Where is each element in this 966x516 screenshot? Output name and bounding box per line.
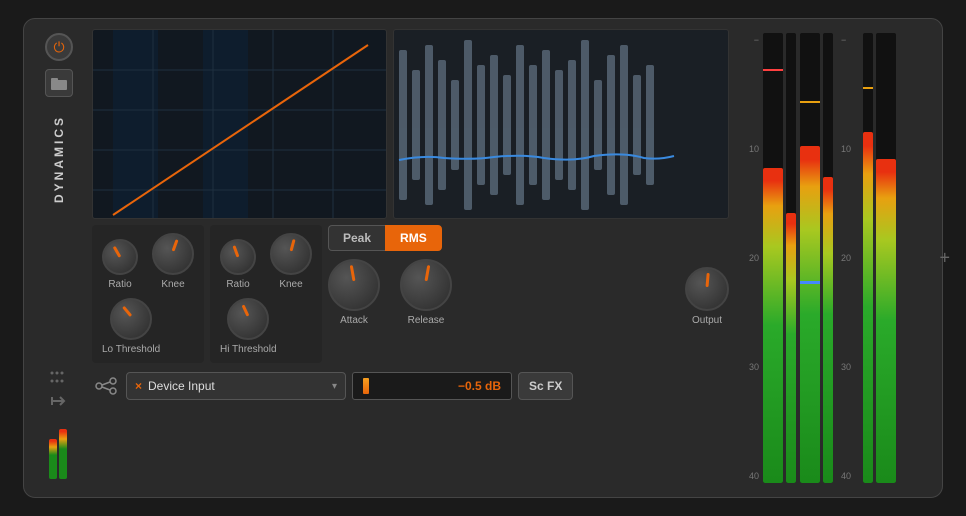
output-group: Output [685, 267, 729, 326]
meter-bar-1 [763, 168, 783, 483]
meter-bar-6 [876, 159, 896, 483]
lo-threshold-group: Lo Threshold [102, 298, 160, 355]
hi-threshold-knob[interactable] [227, 298, 269, 340]
transfer-curve-graph [92, 29, 387, 219]
hi-threshold-row: Hi Threshold [220, 298, 312, 355]
attack-group: Attack [328, 259, 380, 326]
meter-scale-10-left: 10 [737, 144, 759, 154]
top-row [92, 29, 729, 219]
meter-scale-30-left: 30 [737, 362, 759, 372]
meter-peak-line-1 [763, 69, 783, 71]
device-input-select[interactable]: × Device Input ▾ [126, 372, 346, 400]
lo-knee-label: Knee [161, 279, 184, 290]
meter-scale-10-right: 10 [841, 144, 855, 154]
plugin-label: DYNAMICS [52, 115, 66, 203]
device-input-x: × [135, 379, 142, 393]
meter-scale-30-right: 30 [841, 362, 855, 372]
waveform-display [393, 29, 729, 219]
hi-knee-label: Knee [279, 279, 302, 290]
lo-ratio-label: Ratio [108, 279, 131, 290]
rms-mode-button[interactable]: RMS [385, 225, 442, 251]
release-knob[interactable] [400, 259, 452, 311]
meter-scale-top-right: − [841, 35, 855, 45]
output-label: Output [692, 315, 722, 326]
meter-bar-4 [823, 177, 833, 483]
hi-threshold-label: Hi Threshold [220, 344, 277, 355]
lo-ratio-group: Ratio [102, 239, 138, 290]
hi-ratio-group: Ratio [220, 239, 256, 290]
mode-row: Peak RMS [328, 225, 729, 251]
db-value: −0.5 dB [377, 379, 501, 393]
left-sidebar: ⏻ DYNAMICS [34, 29, 84, 487]
hi-ratio-knob[interactable] [220, 239, 256, 275]
hi-threshold-group: Hi Threshold [220, 298, 277, 355]
db-progress-bar [363, 378, 369, 394]
power-button[interactable]: ⏻ [45, 33, 73, 61]
hi-knob-row: Ratio Knee [220, 233, 312, 290]
meter-peak-line-3 [863, 87, 873, 89]
peak-mode-button[interactable]: Peak [328, 225, 385, 251]
add-right-button[interactable]: + [939, 248, 950, 269]
release-label: Release [408, 315, 445, 326]
meter-scale-20-left: 20 [737, 253, 759, 263]
hi-knee-knob[interactable] [270, 233, 312, 275]
attack-release-row: Attack Release [328, 259, 452, 326]
lo-threshold-row: Lo Threshold [102, 298, 194, 355]
hi-knee-group: Knee [270, 233, 312, 290]
plugin-container: ⏻ DYNAMICS [23, 18, 943, 498]
right-controls: Peak RMS Attack [328, 225, 729, 326]
meter-bar-2 [786, 213, 796, 483]
meter-bar-5 [863, 132, 873, 483]
route-arrow-icon[interactable] [50, 394, 68, 411]
routing-icon[interactable] [92, 372, 120, 400]
controls-row: Ratio Knee Lo Threshold [92, 225, 729, 363]
right-panel: − 10 20 30 40 [737, 29, 932, 487]
lo-threshold-label: Lo Threshold [102, 344, 160, 355]
sc-fx-button[interactable]: Sc FX [518, 372, 573, 400]
mini-meter-left [49, 419, 69, 479]
release-group: Release [400, 259, 452, 326]
output-knob[interactable] [685, 267, 729, 311]
meter-scale-40-left: 40 [737, 471, 759, 481]
device-input-arrow-icon: ▾ [332, 381, 337, 392]
meter-scale-20-right: 20 [841, 253, 855, 263]
bottom-bar: × Device Input ▾ −0.5 dB Sc FX [92, 369, 729, 403]
meter-bar-3 [800, 146, 820, 484]
meter-gr-marker [800, 281, 820, 284]
lo-knob-row: Ratio Knee [102, 233, 194, 290]
meter-scale-40-right: 40 [841, 471, 855, 481]
attack-label: Attack [340, 315, 368, 326]
lo-ratio-knob[interactable] [102, 239, 138, 275]
folder-button[interactable] [45, 69, 73, 97]
attack-knob[interactable] [328, 259, 380, 311]
meter-peak-line-2 [800, 101, 820, 103]
db-display: −0.5 dB [352, 372, 512, 400]
lo-knee-knob[interactable] [152, 233, 194, 275]
dots-icon[interactable] [50, 370, 68, 386]
meter-scale-top-left: − [737, 35, 759, 45]
hi-ratio-label: Ratio [226, 279, 249, 290]
device-input-label: Device Input [148, 379, 326, 393]
lo-knee-group: Knee [152, 233, 194, 290]
lo-threshold-knob[interactable] [110, 298, 152, 340]
lo-compressor-group: Ratio Knee Lo Threshold [92, 225, 204, 363]
hi-compressor-group: Ratio Knee Hi Threshold [210, 225, 322, 363]
main-content: Ratio Knee Lo Threshold [92, 29, 729, 487]
